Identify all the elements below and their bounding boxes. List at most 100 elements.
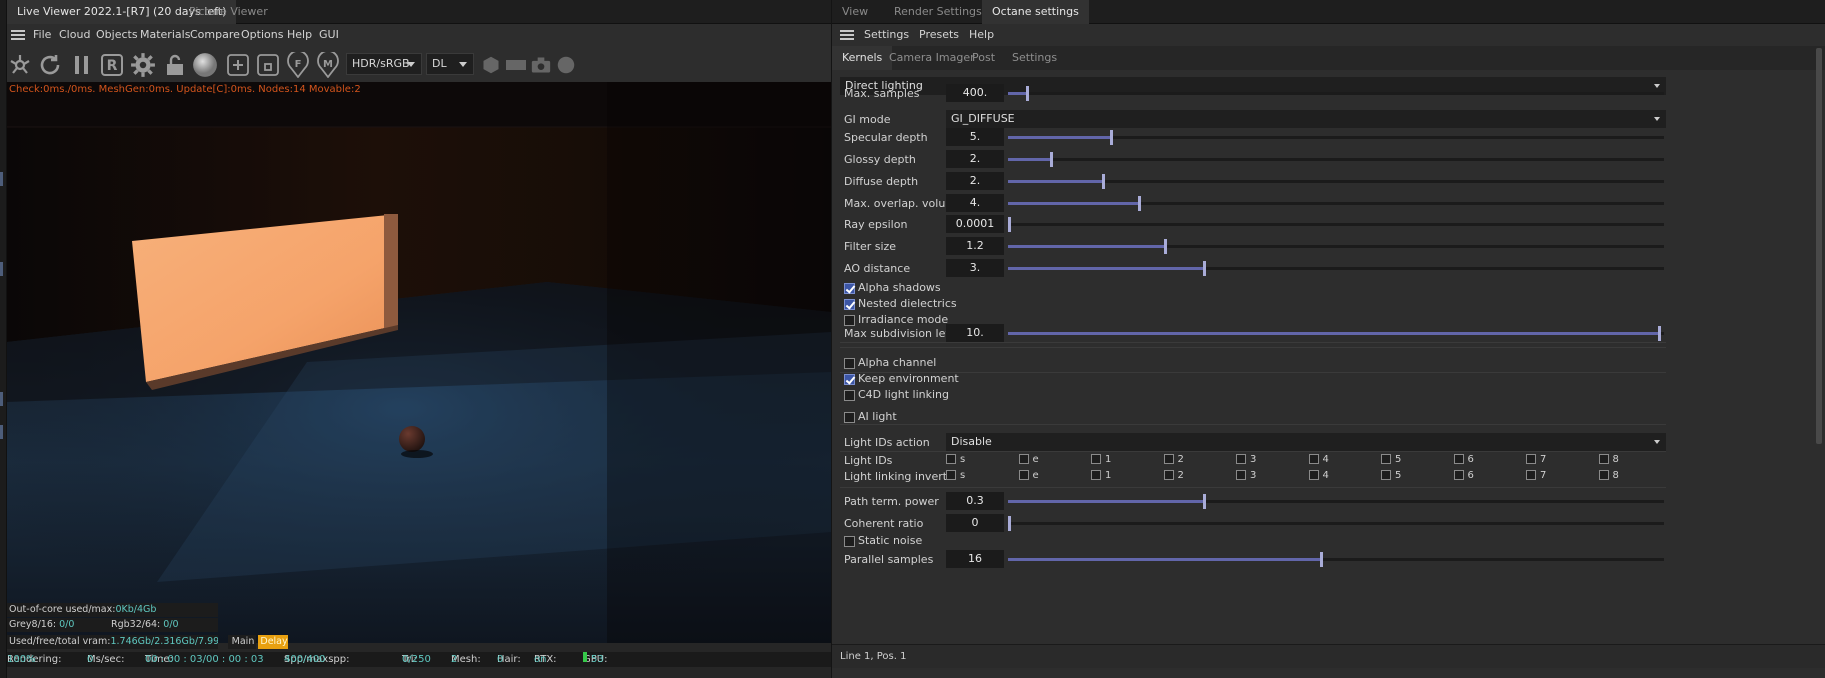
glossy-depth-slider-track[interactable]: [1008, 152, 1664, 167]
light-id-1[interactable]: 1: [1091, 454, 1111, 465]
lock-icon[interactable]: [162, 52, 188, 78]
light-id-2-checkbox[interactable]: [1163, 454, 1174, 464]
parallel-samples-slider-track[interactable]: [1008, 552, 1664, 567]
tab-post[interactable]: Post: [962, 46, 1005, 70]
delay-badge[interactable]: Delay: [258, 635, 288, 649]
tab-picture-viewer[interactable]: Picture Viewer: [179, 0, 278, 24]
light-id-6[interactable]: 6: [1453, 454, 1474, 465]
light-id-7[interactable]: 7: [1526, 454, 1546, 465]
alpha-channel-checkbox[interactable]: [844, 358, 855, 369]
light-invert-7[interactable]: 7: [1526, 470, 1546, 481]
filter-size-value-field[interactable]: 1.2: [946, 237, 1004, 255]
panel-scrollbar[interactable]: [1816, 48, 1822, 444]
light-id-3-checkbox[interactable]: [1236, 454, 1246, 464]
light-id-5[interactable]: 5: [1381, 454, 1401, 465]
f-pin-icon[interactable]: F: [285, 52, 311, 78]
light-id-s-checkbox[interactable]: [946, 454, 956, 464]
light-id-1-checkbox[interactable]: [1091, 454, 1101, 464]
static-noise-checkbox[interactable]: [844, 536, 855, 547]
diffuse-depth-value-field[interactable]: 2.: [946, 172, 1004, 190]
coherent-ratio-value-field[interactable]: 0: [946, 514, 1004, 532]
ray-epsilon-slider-handle[interactable]: [1008, 217, 1011, 232]
coherent-ratio-slider-track[interactable]: [1008, 516, 1664, 531]
ao-distance-value-field[interactable]: 3.: [946, 259, 1004, 277]
parallel-samples-slider-handle[interactable]: [1320, 552, 1323, 567]
path-term-power-slider-track[interactable]: [1008, 494, 1664, 509]
tab-view[interactable]: View: [832, 0, 878, 24]
main-button[interactable]: Main: [228, 635, 256, 649]
pause-icon[interactable]: [69, 52, 95, 78]
light-id-4[interactable]: 4: [1308, 454, 1329, 465]
hamburger-menu-icon[interactable]: [11, 30, 25, 40]
tab-settings[interactable]: Settings: [1002, 46, 1067, 70]
light-invert-3-checkbox[interactable]: [1236, 470, 1246, 480]
menu-help[interactable]: Help: [969, 24, 994, 46]
nested-dielectrics-checkbox[interactable]: [844, 299, 855, 310]
tab-octane-settings[interactable]: Octane settings: [982, 0, 1089, 24]
hamburger-menu-icon[interactable]: [840, 30, 854, 40]
light-id-5-checkbox[interactable]: [1381, 454, 1391, 464]
menu-materials[interactable]: Materials: [140, 24, 190, 46]
filter-size-slider-handle[interactable]: [1164, 239, 1167, 254]
camera-icon[interactable]: [528, 52, 554, 78]
ray-epsilon-slider-track[interactable]: [1008, 217, 1664, 232]
refresh-icon[interactable]: [37, 52, 63, 78]
menu-file[interactable]: File: [33, 24, 51, 46]
light-invert-8[interactable]: 8: [1598, 470, 1619, 481]
sphere-icon[interactable]: [192, 52, 218, 78]
tab-render-settings[interactable]: Render Settings: [884, 0, 992, 24]
hexagon-icon[interactable]: [478, 52, 504, 78]
max-overlap-volumes-slider-handle[interactable]: [1138, 196, 1141, 211]
kernel-select[interactable]: DL: [426, 53, 474, 75]
aperture-icon[interactable]: [7, 52, 33, 78]
keep-environment-checkbox[interactable]: [844, 374, 855, 385]
light-invert-s[interactable]: s: [946, 470, 965, 481]
light-id-8-checkbox[interactable]: [1598, 454, 1609, 464]
gear-icon[interactable]: [130, 52, 156, 78]
light-invert-1-checkbox[interactable]: [1091, 470, 1101, 480]
specular-depth-slider-track[interactable]: [1008, 130, 1664, 145]
filter-size-slider-track[interactable]: [1008, 239, 1664, 254]
menu-gui[interactable]: GUI: [319, 24, 339, 46]
light-id-3[interactable]: 3: [1236, 454, 1256, 465]
specular-depth-slider-handle[interactable]: [1110, 130, 1113, 145]
add-region-icon[interactable]: [225, 52, 251, 78]
max-samples-slider-handle[interactable]: [1026, 86, 1029, 101]
diffuse-depth-slider-handle[interactable]: [1102, 174, 1105, 189]
light-id-2[interactable]: 2: [1163, 454, 1184, 465]
light-invert-7-checkbox[interactable]: [1526, 470, 1536, 480]
menu-settings[interactable]: Settings: [864, 24, 909, 46]
color-space-select[interactable]: HDR/sRGB: [346, 53, 422, 75]
menu-compare[interactable]: Compare: [190, 24, 240, 46]
max-samples-value-field[interactable]: 400.: [946, 84, 1004, 102]
specular-depth-value-field[interactable]: 5.: [946, 128, 1004, 146]
irradiance-mode-checkbox[interactable]: [844, 315, 855, 326]
menu-cloud[interactable]: Cloud: [59, 24, 90, 46]
light-invert-6-checkbox[interactable]: [1453, 470, 1464, 480]
light-invert-6[interactable]: 6: [1453, 470, 1474, 481]
light-id-6-checkbox[interactable]: [1453, 454, 1464, 464]
light-invert-1[interactable]: 1: [1091, 470, 1111, 481]
menu-presets[interactable]: Presets: [919, 24, 959, 46]
max-subdivision-level-slider-handle[interactable]: [1658, 326, 1661, 341]
ao-distance-slider-track[interactable]: [1008, 261, 1664, 276]
light-id-4-checkbox[interactable]: [1308, 454, 1319, 464]
light-invert-e[interactable]: e: [1018, 470, 1039, 481]
max-subdivision-level-value-field[interactable]: 10.: [946, 324, 1004, 342]
light-invert-s-checkbox[interactable]: [946, 470, 956, 480]
path-term-power-value-field[interactable]: 0.3: [946, 492, 1004, 510]
light-invert-e-checkbox[interactable]: [1018, 470, 1029, 480]
menu-options[interactable]: Options: [241, 24, 283, 46]
r-icon[interactable]: R: [99, 52, 125, 78]
region-icon[interactable]: [255, 52, 281, 78]
light-invert-8-checkbox[interactable]: [1598, 470, 1609, 480]
render-viewport[interactable]: [7, 82, 831, 643]
light-invert-5[interactable]: 5: [1381, 470, 1401, 481]
parallel-samples-value-field[interactable]: 16: [946, 550, 1004, 568]
max-samples-slider-track[interactable]: [1008, 86, 1664, 101]
light-id-e[interactable]: e: [1018, 454, 1039, 465]
light-invert-2[interactable]: 2: [1163, 470, 1184, 481]
coherent-ratio-slider-handle[interactable]: [1008, 516, 1011, 531]
ray-epsilon-value-field[interactable]: 0.0001: [946, 215, 1004, 233]
light-id-s[interactable]: s: [946, 454, 965, 465]
